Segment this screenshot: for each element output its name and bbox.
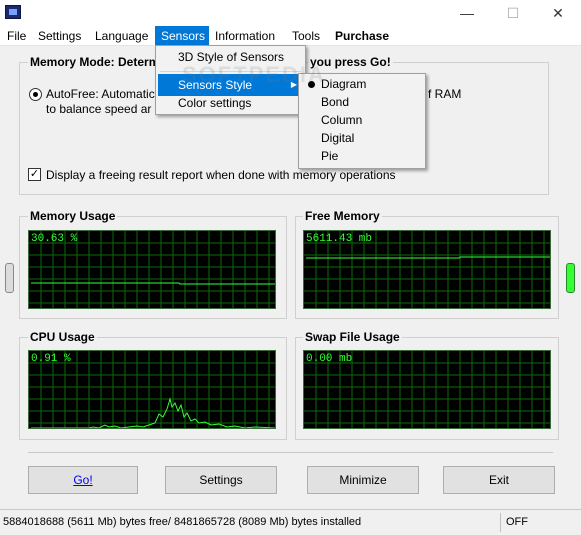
selected-bullet-icon [308, 81, 315, 88]
memory-usage-graph: 30.63 % [28, 230, 276, 309]
menu-settings[interactable]: Settings [32, 26, 87, 46]
free-memory-graph: 5611.43 mb [303, 230, 551, 309]
minimize-button[interactable]: Minimize [307, 466, 419, 494]
report-checkbox[interactable]: ✓ [28, 168, 41, 181]
style-diagram[interactable]: Diagram [301, 75, 423, 93]
close-window-button[interactable]: ✕ [535, 0, 581, 26]
menu-purchase[interactable]: Purchase [329, 26, 395, 46]
cpu-usage-title: CPU Usage [28, 330, 97, 344]
style-bond[interactable]: Bond [301, 93, 423, 111]
autofree-label-tail: f RAM [428, 87, 462, 101]
menu-language[interactable]: Language [89, 26, 154, 46]
menu-separator [160, 71, 301, 72]
report-checkbox-label: Display a freeing result report when don… [46, 168, 396, 182]
free-memory-title: Free Memory [303, 209, 382, 223]
memory-mode-title: Memory Mode: Determ [28, 55, 162, 69]
menu-file[interactable]: File [1, 26, 32, 46]
status-bytes: 5884018688 (5611 Mb) bytes free/ 8481865… [3, 516, 362, 528]
status-bar: 5884018688 (5611 Mb) bytes free/ 8481865… [0, 509, 581, 535]
menu-sensors[interactable]: Sensors [155, 26, 209, 46]
settings-button[interactable]: Settings [165, 466, 277, 494]
status-divider [500, 513, 501, 532]
app-icon [5, 5, 21, 19]
autofree-label-line2: to balance speed ar [46, 102, 152, 116]
swap-file-graph: 0.00 mb [303, 350, 551, 429]
menu-3d-style[interactable]: 3D Style of Sensors [158, 46, 303, 68]
swap-file-title: Swap File Usage [303, 330, 402, 344]
right-slider-knob[interactable] [566, 263, 575, 293]
memory-usage-title: Memory Usage [28, 209, 118, 223]
status-state: OFF [506, 516, 528, 528]
exit-button[interactable]: Exit [443, 466, 555, 494]
cpu-usage-graph: 0.91 % [28, 350, 276, 429]
go-button[interactable]: Go! [28, 466, 138, 494]
left-slider-knob[interactable] [5, 263, 14, 293]
menu-information[interactable]: Information [209, 26, 281, 46]
memory-usage-value: 30.63 % [31, 233, 78, 245]
style-digital[interactable]: Digital [301, 129, 423, 147]
autofree-radio[interactable] [29, 88, 42, 101]
autofree-label-line1: AutoFree: Automatic [46, 87, 155, 101]
maximize-window-button[interactable]: ☐ [490, 0, 536, 26]
sensors-menu: 3D Style of Sensors Sensors Style ▶ Colo… [155, 45, 306, 115]
free-memory-value: 5611.43 mb [306, 233, 373, 245]
divider [28, 452, 553, 453]
memory-mode-title-tail: you press Go! [308, 55, 393, 69]
title-bar: — ☐ ✕ [0, 0, 581, 26]
style-pie[interactable]: Pie [301, 147, 423, 165]
swap-file-value: 0.00 mb [306, 353, 353, 365]
minimize-window-button[interactable]: — [444, 0, 490, 26]
sensors-style-submenu: Diagram Bond Column Digital Pie [298, 73, 426, 169]
menu-color-settings[interactable]: Color settings [158, 92, 303, 114]
menu-tools[interactable]: Tools [286, 26, 326, 46]
menu-bar: File Settings Language Sensors Informati… [0, 26, 581, 46]
style-column[interactable]: Column [301, 111, 423, 129]
cpu-usage-value: 0.91 % [31, 353, 71, 365]
